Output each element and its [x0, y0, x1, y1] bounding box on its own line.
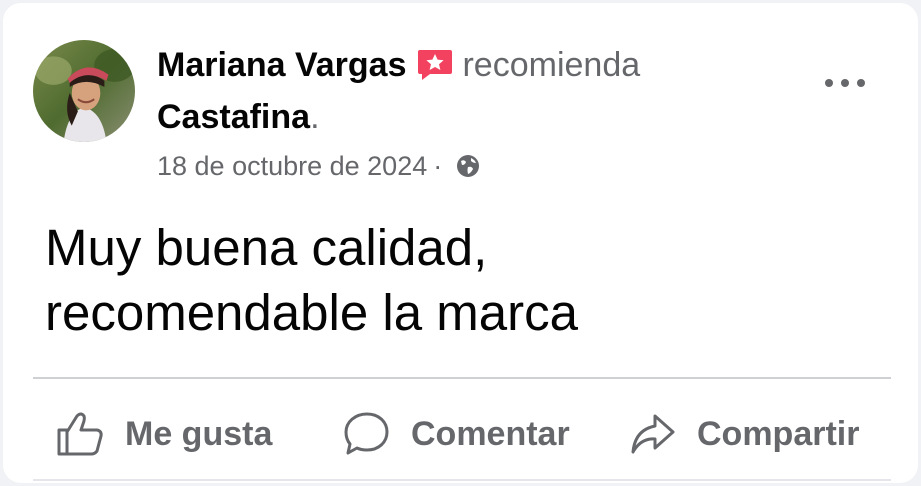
thumbs-up-icon [57, 412, 103, 456]
more-options-button[interactable] [815, 61, 875, 105]
recommend-action-text: recomienda [462, 45, 641, 84]
post-text-line-1: Muy buena calidad, [45, 219, 488, 276]
author-name[interactable]: Mariana Vargas [157, 46, 406, 85]
more-options-icon [825, 79, 865, 87]
post-date[interactable]: 18 de octubre de 2024 [157, 151, 427, 182]
card-bottom-divider [33, 479, 891, 481]
recommended-page-name[interactable]: Castafina [157, 98, 310, 137]
share-arrow-icon [631, 414, 675, 454]
actions-divider [33, 377, 891, 379]
comment-label: Comentar [411, 414, 570, 453]
post-card: Mariana Vargas recomienda Castafina. 18 … [3, 3, 918, 483]
recommended-page-line: Castafina. [157, 95, 320, 139]
avatar-photo [33, 40, 135, 142]
like-button[interactable]: Me gusta [55, 398, 272, 470]
globe-icon [454, 152, 482, 180]
author-avatar[interactable] [33, 40, 135, 142]
post-header-line: Mariana Vargas recomienda [157, 43, 640, 87]
like-label: Me gusta [125, 414, 273, 453]
share-button[interactable]: Compartir [627, 398, 859, 470]
recommend-star-icon [416, 48, 454, 82]
comment-bubble-icon [344, 412, 389, 455]
page-name-period: . [310, 97, 320, 136]
post-body: Muy buena calidad, recomendable la marca [45, 215, 865, 345]
meta-separator: · [433, 150, 443, 181]
post-actions-bar: Me gusta Comentar Compartir [33, 398, 891, 470]
share-label: Compartir [697, 414, 860, 453]
post-text-line-2: recomendable la marca [45, 284, 578, 341]
comment-button[interactable]: Comentar [341, 398, 570, 470]
post-meta: 18 de octubre de 2024 · [157, 146, 482, 186]
